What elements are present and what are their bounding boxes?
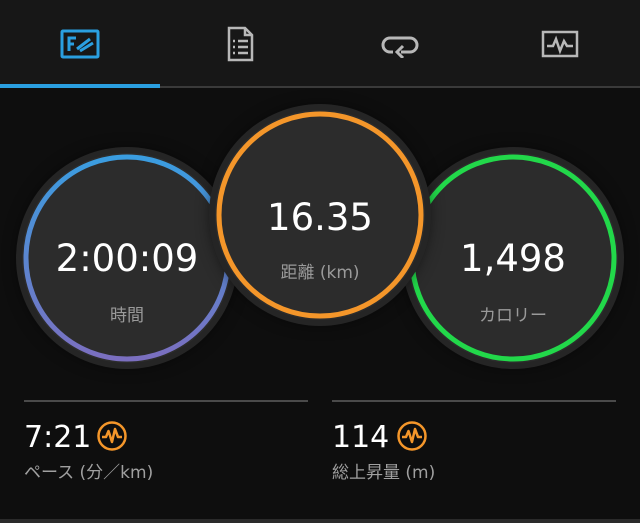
heart-rate-icon	[396, 420, 428, 456]
loop-icon	[381, 30, 419, 58]
bottom-edge	[0, 519, 640, 523]
time-value: 2:00:09	[55, 237, 199, 280]
distance-value: 16.35	[267, 196, 373, 239]
tab-laps[interactable]	[320, 0, 480, 88]
tab-details[interactable]	[160, 0, 320, 88]
document-icon	[226, 26, 254, 62]
calories-label: カロリー	[479, 306, 547, 326]
calories-value: 1,498	[460, 237, 566, 280]
pace-label: ペース (分／km)	[24, 463, 154, 483]
time-label: 時間	[110, 306, 144, 326]
active-tab-indicator	[0, 84, 160, 88]
tab-overview[interactable]	[0, 0, 160, 88]
time-circle[interactable]: 2:00:09 時間	[22, 153, 232, 363]
calories-circle[interactable]: 1,498 カロリー	[408, 153, 618, 363]
distance-label: 距離 (km)	[280, 263, 360, 283]
elevation-divider	[332, 400, 616, 402]
dashboard-icon	[60, 28, 100, 60]
chart-icon	[541, 29, 579, 59]
elevation-label: 総上昇量 (m)	[332, 463, 436, 483]
pace-value: 7:21	[24, 420, 92, 455]
pace-divider	[24, 400, 308, 402]
heart-rate-icon	[96, 420, 128, 456]
tab-bar	[0, 0, 640, 88]
tab-graphs[interactable]	[480, 0, 640, 88]
distance-circle[interactable]: 16.35 距離 (km)	[215, 110, 425, 320]
elevation-value: 114	[332, 420, 390, 455]
